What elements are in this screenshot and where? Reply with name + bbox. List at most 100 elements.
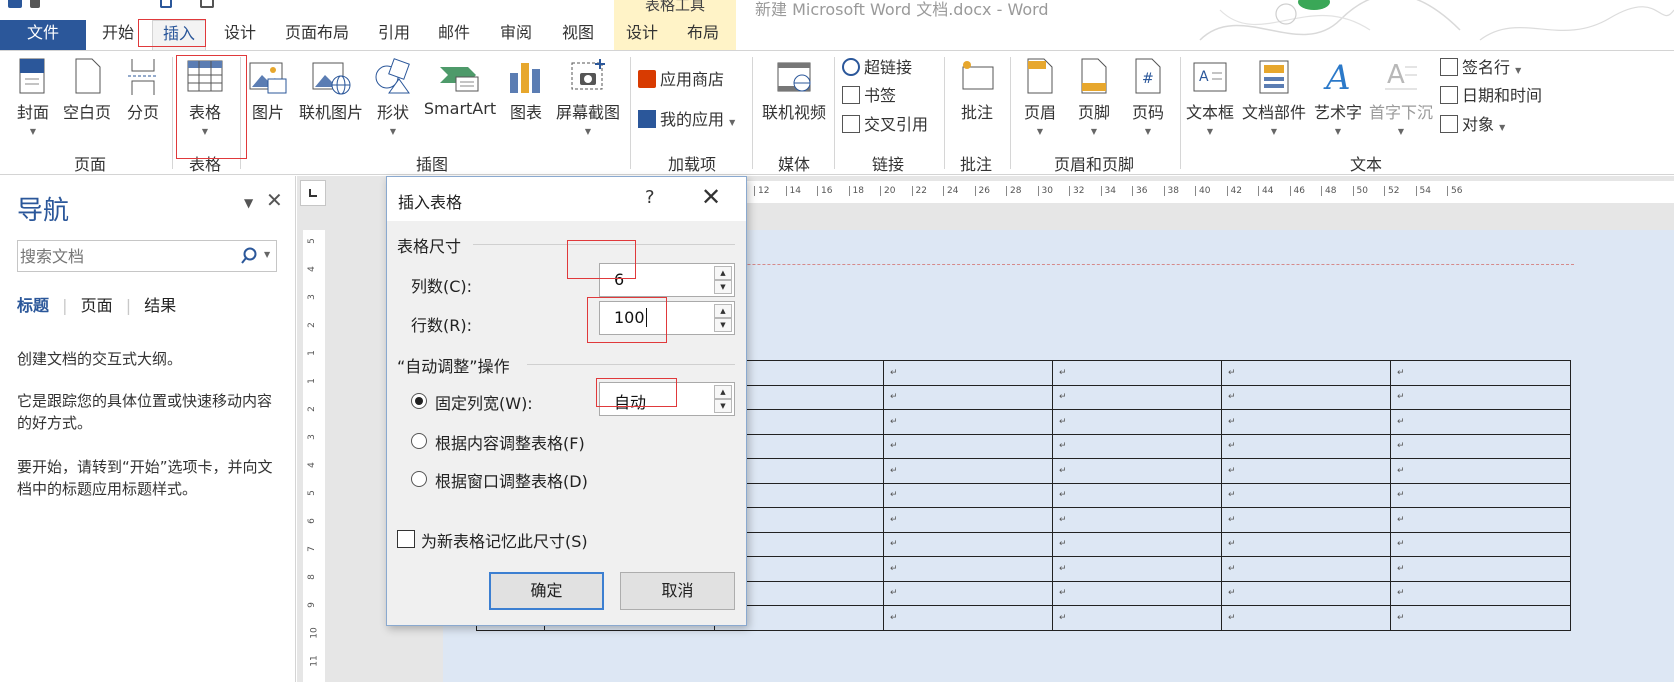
cover-page-button[interactable]: 封面 ▼ — [10, 57, 56, 136]
tab-references[interactable]: 引用 — [368, 20, 420, 50]
table-cell[interactable]: ↵ — [883, 507, 1053, 533]
table-cell[interactable]: ↵ — [883, 409, 1053, 435]
redo-icon[interactable] — [160, 0, 172, 8]
nav-tab-pages[interactable]: 页面 — [81, 292, 113, 316]
table-cell[interactable]: ↵ — [1221, 507, 1391, 533]
autofit-content-label[interactable]: 根据内容调整表格(F) — [435, 430, 585, 454]
tab-review[interactable]: 审阅 — [490, 20, 542, 50]
table-cell[interactable]: ↵ — [1052, 531, 1222, 557]
undo-icon[interactable] — [30, 0, 40, 8]
nav-tab-headings[interactable]: 标题 — [17, 292, 49, 316]
table-cell[interactable]: ↵ — [1390, 433, 1571, 459]
online-video-button[interactable]: 联机视频 — [758, 57, 830, 123]
table-cell[interactable]: ↵ — [1390, 409, 1571, 435]
table-cell[interactable]: ↵ — [1052, 433, 1222, 459]
table-cell[interactable]: ↵ — [1221, 360, 1391, 386]
object-button[interactable]: 对象 ▼ — [1440, 112, 1505, 138]
table-cell[interactable]: ↵ — [1390, 605, 1571, 631]
quick-parts-button[interactable]: 文档部件 ▼ — [1240, 57, 1308, 136]
ok-button[interactable]: 确定 — [489, 572, 604, 610]
my-apps-button[interactable]: 我的应用 ▼ — [638, 107, 735, 133]
table-cell[interactable]: ↵ — [883, 458, 1053, 484]
table-cell[interactable]: ↵ — [1052, 580, 1222, 606]
tab-table-layout[interactable]: 布局 — [670, 20, 736, 50]
autofit-content-radio[interactable] — [411, 433, 427, 449]
help-button[interactable]: ? — [645, 187, 655, 208]
spin-up-icon[interactable]: ▲ — [714, 385, 732, 399]
table-cell[interactable]: ↵ — [883, 556, 1053, 582]
table-cell[interactable]: ↵ — [1390, 360, 1571, 386]
table-cell[interactable]: ↵ — [883, 605, 1053, 631]
table-cell[interactable]: ↵ — [1221, 556, 1391, 582]
spin-up-icon[interactable]: ▲ — [714, 304, 732, 318]
autofit-window-radio[interactable] — [411, 471, 427, 487]
close-button[interactable]: ✕ — [701, 183, 721, 211]
tab-table-design[interactable]: 设计 — [614, 20, 670, 50]
table-cell[interactable]: ↵ — [1221, 409, 1391, 435]
dialog-titlebar[interactable]: 插入表格 ? ✕ — [387, 177, 746, 221]
textbox-button[interactable]: A 文本框 ▼ — [1184, 57, 1236, 136]
online-picture-button[interactable]: 联机图片 — [296, 57, 366, 123]
comment-button[interactable]: 批注 — [950, 57, 1004, 123]
table-cell[interactable]: ↵ — [1390, 384, 1571, 410]
table-cell[interactable]: ↵ — [1052, 507, 1222, 533]
fixed-width-label[interactable]: 固定列宽(W): — [435, 390, 533, 414]
table-cell[interactable]: ↵ — [883, 580, 1053, 606]
spin-down-icon[interactable]: ▼ — [714, 399, 732, 413]
close-icon[interactable]: ✕ — [266, 188, 283, 212]
smartart-button[interactable]: SmartArt — [420, 57, 500, 118]
save-icon[interactable] — [8, 0, 22, 8]
table-cell[interactable]: ↵ — [1052, 605, 1222, 631]
table-cell[interactable]: ↵ — [1221, 605, 1391, 631]
table-cell[interactable]: ↵ — [1052, 482, 1222, 508]
spin-down-icon[interactable]: ▼ — [714, 318, 732, 332]
table-cell[interactable]: ↵ — [1221, 482, 1391, 508]
table-cell[interactable]: ↵ — [883, 360, 1053, 386]
tab-view[interactable]: 视图 — [552, 20, 604, 50]
hyperlink-button[interactable]: 超链接 — [842, 55, 912, 81]
tab-home[interactable]: 开始 — [92, 20, 144, 50]
cross-reference-button[interactable]: 交叉引用 — [842, 112, 928, 138]
table-cell[interactable]: ↵ — [1221, 580, 1391, 606]
table-cell[interactable]: ↵ — [883, 433, 1053, 459]
table-cell[interactable]: ↵ — [1052, 556, 1222, 582]
table-cell[interactable]: ↵ — [1390, 482, 1571, 508]
nav-options-icon[interactable]: ▼ — [244, 196, 253, 210]
vertical-ruler[interactable]: 5 4 3 2 1 1 2 3 4 5 6 7 8 9 10 11 — [303, 230, 325, 682]
table-cell[interactable]: ↵ — [1052, 384, 1222, 410]
table-cell[interactable]: ↵ — [1052, 360, 1222, 386]
blank-page-button[interactable]: 空白页 — [58, 57, 116, 123]
signature-line-button[interactable]: 签名行 ▼ — [1440, 55, 1521, 81]
autofit-window-label[interactable]: 根据窗口调整表格(D) — [435, 468, 588, 492]
page-break-button[interactable]: 分页 — [120, 57, 166, 123]
date-time-button[interactable]: 日期和时间 — [1440, 83, 1542, 109]
tab-page-layout[interactable]: 页面布局 — [276, 20, 358, 50]
table-cell[interactable]: ↵ — [883, 384, 1053, 410]
remember-size-checkbox[interactable] — [397, 530, 415, 548]
footer-button[interactable]: 页脚 ▼ — [1070, 57, 1118, 136]
header-button[interactable]: 页眉 ▼ — [1016, 57, 1064, 136]
table-cell[interactable]: ↵ — [1221, 458, 1391, 484]
table-cell[interactable]: ↵ — [1390, 556, 1571, 582]
table-cell[interactable]: ↵ — [1390, 531, 1571, 557]
table-cell[interactable]: ↵ — [1052, 458, 1222, 484]
search-input[interactable] — [18, 241, 228, 271]
table-cell[interactable]: ↵ — [1221, 433, 1391, 459]
tab-selector[interactable] — [300, 180, 326, 206]
table-cell[interactable]: ↵ — [1221, 384, 1391, 410]
spin-down-icon[interactable]: ▼ — [714, 280, 732, 294]
page-number-button[interactable]: # 页码 ▼ — [1124, 57, 1172, 136]
nav-tab-results[interactable]: 结果 — [144, 292, 176, 316]
tab-design[interactable]: 设计 — [214, 20, 266, 50]
table-cell[interactable]: ↵ — [1052, 409, 1222, 435]
table-cell[interactable]: ↵ — [1221, 531, 1391, 557]
screenshot-button[interactable]: 屏幕截图 ▼ — [552, 57, 624, 136]
print-preview-icon[interactable] — [200, 0, 214, 8]
table-cell[interactable]: ↵ — [883, 531, 1053, 557]
tab-mailings[interactable]: 邮件 — [428, 20, 480, 50]
nav-search-box[interactable]: ▼ — [17, 240, 277, 272]
chevron-down-icon[interactable]: ▼ — [264, 250, 270, 259]
remember-size-label[interactable]: 为新表格记忆此尺寸(S) — [421, 528, 588, 552]
table-cell[interactable]: ↵ — [1390, 507, 1571, 533]
table-cell[interactable]: ↵ — [1390, 580, 1571, 606]
